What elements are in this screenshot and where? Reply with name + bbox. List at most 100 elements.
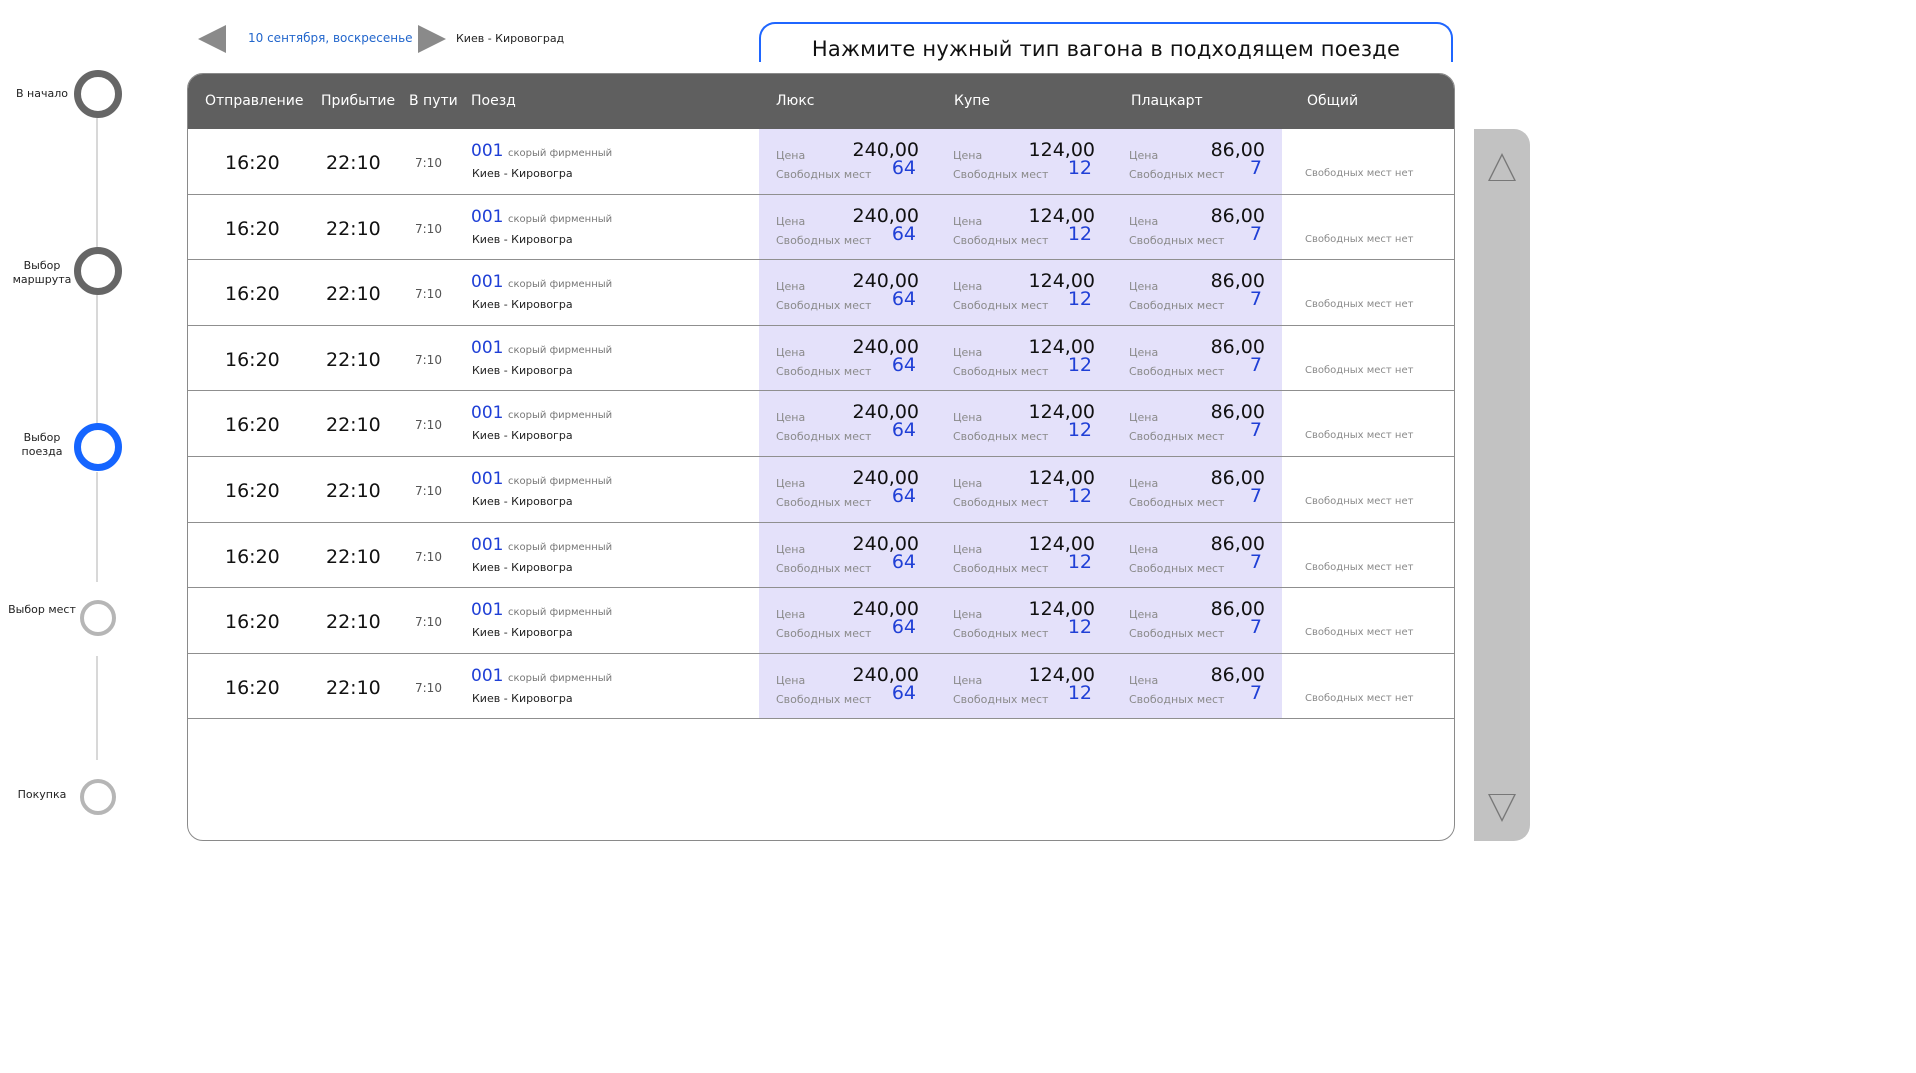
arrival-time: 22:10 bbox=[326, 152, 381, 174]
fare-kupe-cell[interactable]: Цена 124,00 Свободных мест 12 bbox=[936, 588, 1112, 653]
train-type: скорый фирменный bbox=[508, 607, 613, 619]
free-seats-label: Свободных мест bbox=[953, 495, 1049, 509]
train-route: Киев - Кировогра bbox=[472, 363, 573, 377]
step-todo-circle-icon bbox=[80, 600, 116, 636]
arrival-time: 22:10 bbox=[326, 611, 381, 634]
step-start[interactable]: В начало bbox=[0, 70, 130, 130]
free-seats-value: 12 bbox=[1067, 616, 1092, 639]
common-no-seats: Свободных мест нет bbox=[1305, 299, 1414, 311]
train-number: 001 bbox=[471, 534, 504, 555]
free-seats-label: Свободных мест bbox=[1129, 299, 1225, 313]
fare-kupe-cell[interactable]: Цена 124,00 Свободных мест 12 bbox=[936, 260, 1112, 325]
fare-kupe-cell[interactable]: Цена 124,00 Свободных мест 12 bbox=[936, 194, 1112, 260]
arrival-time: 22:10 bbox=[326, 545, 381, 568]
common-no-seats: Свободных мест нет bbox=[1305, 561, 1414, 573]
travel-duration: 7:10 bbox=[415, 221, 442, 236]
fare-plackart-cell[interactable]: Цена 86,00 Свободных мест 7 bbox=[1112, 194, 1282, 260]
fare-lux-cell[interactable]: Цена 240,00 Свободных мест 64 bbox=[759, 522, 936, 588]
fare-kupe-cell[interactable]: Цена 124,00 Свободных мест 12 bbox=[936, 129, 1112, 194]
price-label: Цена bbox=[1129, 476, 1159, 490]
price-label: Цена bbox=[776, 476, 806, 490]
free-seats-value: 12 bbox=[1067, 222, 1092, 245]
step-seat-selection: Выбор мест bbox=[0, 594, 130, 654]
fare-plackart-cell[interactable]: Цена 86,00 Свободных мест 7 bbox=[1112, 456, 1282, 522]
fare-lux-cell[interactable]: Цена 240,00 Свободных мест 64 bbox=[759, 391, 936, 456]
fare-plackart-cell[interactable]: Цена 86,00 Свободных мест 7 bbox=[1112, 653, 1282, 719]
travel-duration: 7:10 bbox=[415, 156, 442, 170]
fare-plackart-cell[interactable]: Цена 86,00 Свободных мест 7 bbox=[1112, 391, 1282, 456]
date-link[interactable]: 10 сентября, воскресенье bbox=[248, 31, 413, 45]
train-number: 001 bbox=[471, 468, 504, 489]
free-seats-label: Свободных мест bbox=[953, 168, 1049, 181]
train-number: 001 bbox=[471, 403, 504, 424]
table-row[interactable]: 16:20 22:10 7:10 001 скорый фирменный Киев - … bbox=[188, 260, 1454, 326]
table-row[interactable]: 16:20 22:10 7:10 001 скорый фирменный Киев - … bbox=[188, 129, 1454, 195]
fare-plackart-cell[interactable]: Цена 86,00 Свободных мест 7 bbox=[1112, 325, 1282, 391]
previous-date-icon[interactable] bbox=[198, 25, 226, 53]
price-label: Цена bbox=[953, 673, 983, 687]
travel-duration: 7:10 bbox=[415, 615, 442, 630]
departure-time: 16:20 bbox=[225, 152, 280, 174]
step-route-selection[interactable]: Выбор маршрута bbox=[0, 247, 130, 307]
fare-lux-cell[interactable]: Цена 240,00 Свободных мест 64 bbox=[759, 653, 936, 719]
table-row[interactable]: 16:20 22:10 7:10 001 скорый фирменный Киев - … bbox=[188, 522, 1454, 589]
free-seats-value: 12 bbox=[1067, 157, 1092, 179]
next-date-icon[interactable] bbox=[418, 25, 446, 53]
free-seats-label: Свободных мест bbox=[953, 692, 1049, 706]
fare-kupe-cell[interactable]: Цена 124,00 Свободных мест 12 bbox=[936, 456, 1112, 522]
table-row[interactable]: 16:20 22:10 7:10 001 скорый фирменный Киев - … bbox=[188, 391, 1454, 457]
scroll-up-icon[interactable] bbox=[1488, 153, 1516, 181]
train-type: скорый фирменный bbox=[508, 148, 613, 159]
arrival-time: 22:10 bbox=[326, 479, 381, 502]
free-seats-label: Свободных мест bbox=[776, 233, 872, 247]
train-number: 001 bbox=[471, 206, 504, 227]
free-seats-label: Свободных мест bbox=[776, 430, 872, 444]
train-number: 001 bbox=[471, 665, 504, 686]
price-label: Цена bbox=[776, 411, 806, 425]
hint-text: Нажмите нужный тип вагона в подходящем п… bbox=[811, 37, 1401, 61]
fare-plackart-cell[interactable]: Цена 86,00 Свободных мест 7 bbox=[1112, 522, 1282, 588]
price-label: Цена bbox=[776, 214, 806, 228]
free-seats-value: 7 bbox=[1249, 222, 1262, 245]
arrival-time: 22:10 bbox=[326, 283, 381, 306]
fare-kupe-cell[interactable]: Цена 124,00 Свободных мест 12 bbox=[936, 653, 1112, 719]
fare-lux-cell[interactable]: Цена 240,00 Свободных мест 64 bbox=[759, 456, 936, 522]
fare-lux-cell[interactable]: Цена 240,00 Свободных мест 64 bbox=[759, 260, 936, 325]
table-row[interactable]: 16:20 22:10 7:10 001 скорый фирменный Киев - … bbox=[188, 194, 1454, 261]
free-seats-value: 64 bbox=[891, 550, 916, 573]
price-label: Цена bbox=[953, 345, 983, 359]
free-seats-label: Свободных мест bbox=[1129, 627, 1225, 641]
price-label: Цена bbox=[1129, 214, 1159, 228]
table-row[interactable]: 16:20 22:10 7:10 001 скорый фирменный Киев - … bbox=[188, 456, 1454, 523]
fare-kupe-cell[interactable]: Цена 124,00 Свободных мест 12 bbox=[936, 391, 1112, 456]
train-type: скорый фирменный bbox=[508, 672, 613, 684]
scrollbar[interactable] bbox=[1474, 129, 1530, 841]
table-row[interactable]: 16:20 22:10 7:10 001 скорый фирменный Киев - … bbox=[188, 653, 1454, 720]
departure-time: 16:20 bbox=[225, 676, 280, 699]
route-title: Киев - Кировоград bbox=[456, 32, 565, 45]
fare-lux-cell[interactable]: Цена 240,00 Свободных мест 64 bbox=[759, 129, 936, 194]
fare-lux-cell[interactable]: Цена 240,00 Свободных мест 64 bbox=[759, 194, 936, 260]
fare-plackart-cell[interactable]: Цена 86,00 Свободных мест 7 bbox=[1112, 129, 1282, 194]
train-route: Киев - Кировогра bbox=[472, 691, 573, 705]
free-seats-value: 64 bbox=[891, 616, 916, 639]
fare-kupe-cell[interactable]: Цена 124,00 Свободных мест 12 bbox=[936, 325, 1112, 391]
fare-lux-cell[interactable]: Цена 240,00 Свободных мест 64 bbox=[759, 588, 936, 653]
travel-duration: 7:10 bbox=[415, 680, 442, 695]
price-label: Цена bbox=[953, 280, 983, 294]
scroll-down-icon[interactable] bbox=[1488, 794, 1516, 822]
fare-lux-cell[interactable]: Цена 240,00 Свободных мест 64 bbox=[759, 325, 936, 391]
fare-kupe-cell[interactable]: Цена 124,00 Свободных мест 12 bbox=[936, 522, 1112, 588]
fare-plackart-cell[interactable]: Цена 86,00 Свободных мест 7 bbox=[1112, 588, 1282, 653]
arrival-time: 22:10 bbox=[326, 217, 381, 240]
table-row[interactable]: 16:20 22:10 7:10 001 скорый фирменный Киев - … bbox=[188, 325, 1454, 392]
free-seats-label: Свободных мест bbox=[776, 561, 872, 575]
table-header: Отправление Прибытие В пути Поезд Люкс К… bbox=[188, 74, 1454, 129]
free-seats-value: 7 bbox=[1249, 616, 1262, 639]
step-train-selection[interactable]: Выбор поезда bbox=[0, 423, 130, 483]
stepper-line bbox=[96, 118, 98, 266]
trains-table: Отправление Прибытие В пути Поезд Люкс К… bbox=[187, 73, 1455, 841]
table-row[interactable]: 16:20 22:10 7:10 001 скорый фирменный Киев - … bbox=[188, 588, 1454, 654]
fare-plackart-cell[interactable]: Цена 86,00 Свободных мест 7 bbox=[1112, 260, 1282, 325]
header-arrival: Прибытие bbox=[321, 93, 396, 109]
